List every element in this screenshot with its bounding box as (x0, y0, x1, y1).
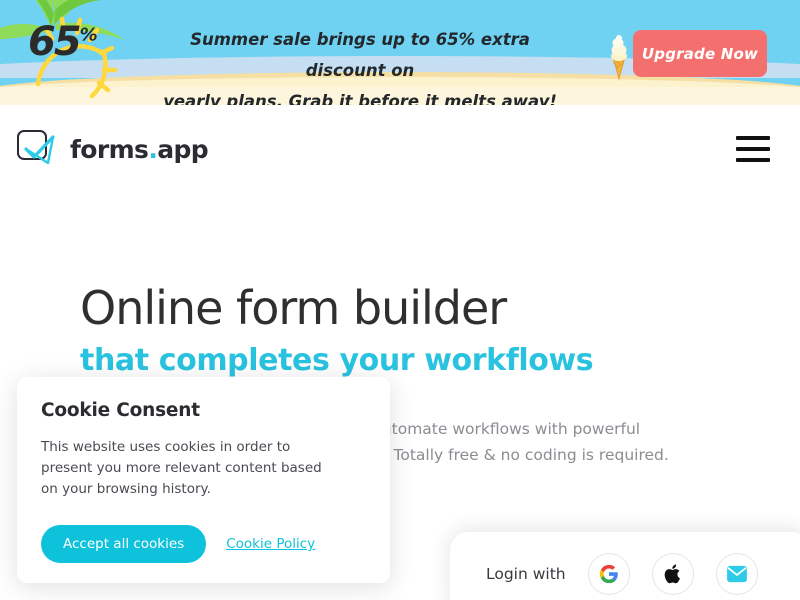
logo-text-dot: . (148, 134, 158, 164)
cookie-consent-title: Cookie Consent (41, 400, 200, 421)
cookie-policy-link[interactable]: Cookie Policy (226, 536, 315, 552)
hamburger-line-1 (736, 136, 770, 140)
page-title: Online form builder (80, 281, 507, 335)
logo-text-main: forms (70, 134, 149, 164)
login-apple-button[interactable] (651, 553, 694, 595)
site-logo[interactable]: forms.app (16, 129, 209, 169)
login-email-button[interactable] (715, 553, 758, 595)
cookie-consent-actions: Accept all cookies Cookie Policy (41, 525, 366, 563)
promo-message-line2: yearly plans. Grab it before it melts aw… (163, 92, 557, 105)
site-header: forms.app (0, 105, 800, 193)
hamburger-line-3 (736, 158, 770, 162)
forms-app-logo-icon (17, 130, 55, 165)
logo-wordmark: forms.app (70, 134, 209, 164)
login-widget: Login with (450, 532, 800, 600)
accept-all-cookies-button[interactable]: Accept all cookies (41, 525, 207, 563)
logo-text-tld: app (157, 134, 209, 164)
google-icon (599, 564, 618, 584)
hamburger-menu-icon[interactable] (736, 136, 770, 162)
login-google-button[interactable] (587, 553, 630, 595)
apple-icon (664, 564, 680, 584)
login-with-label: Login with (486, 565, 566, 583)
promo-banner: 65% Summer sale brings up to 65% extra d… (0, 0, 800, 105)
cookie-consent-dialog: Cookie Consent This website uses cookies… (17, 377, 390, 583)
promo-message: Summer sale brings up to 65% extra disco… (150, 24, 570, 105)
page-subtitle: that completes your workflows (80, 342, 594, 378)
promo-message-line1: Summer sale brings up to 65% extra disco… (190, 30, 530, 80)
discount-badge: 65% (28, 19, 98, 65)
ice-cream-cone-icon (611, 35, 627, 81)
cookie-consent-body: This website uses cookies in order to pr… (41, 439, 322, 497)
hamburger-line-2 (736, 147, 770, 151)
envelope-icon (726, 565, 747, 583)
upgrade-now-button[interactable]: Upgrade Now (633, 30, 767, 77)
